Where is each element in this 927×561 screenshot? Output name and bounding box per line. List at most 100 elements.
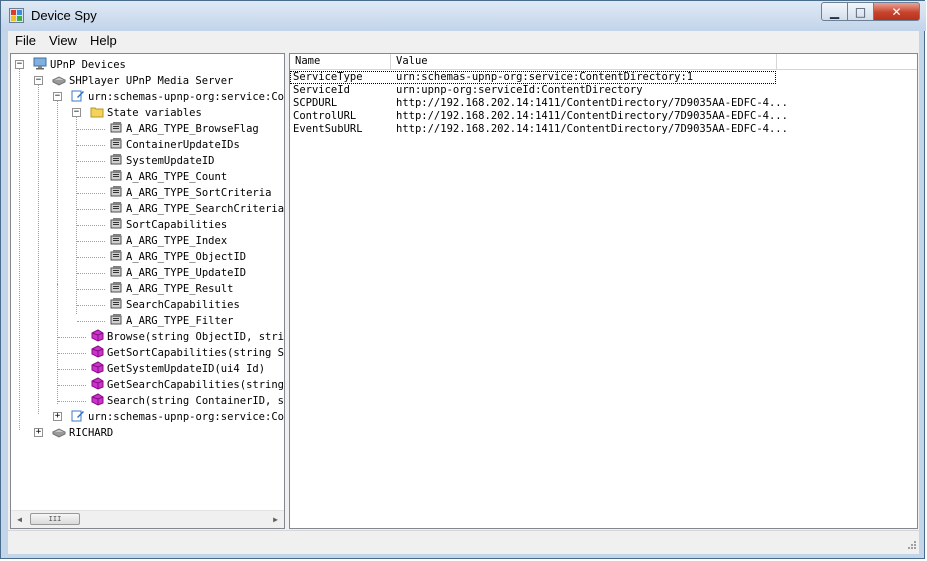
state-variable-icon bbox=[110, 218, 122, 229]
minimize-button[interactable]: ▁ bbox=[821, 2, 848, 21]
grid-cell-value: http://192.168.202.14:1411/ContentDirect… bbox=[396, 123, 788, 135]
tree-node-state-variable[interactable]: A_ARG_TYPE_Index bbox=[109, 233, 227, 249]
tree-node-state-variable[interactable]: SortCapabilities bbox=[109, 217, 227, 233]
tree-node-action[interactable]: Search(string ContainerID, str bbox=[90, 393, 285, 409]
collapse-toggle[interactable]: − bbox=[34, 76, 43, 85]
tree-node-state-variables[interactable]: State variables bbox=[90, 105, 202, 121]
tree-label: Browse(string ObjectID, string bbox=[107, 331, 285, 343]
scroll-thumb[interactable]: III bbox=[30, 513, 80, 525]
tree-label: A_ARG_TYPE_Result bbox=[126, 283, 234, 295]
tree-node-action[interactable]: Browse(string ObjectID, string bbox=[90, 329, 285, 345]
collapse-toggle[interactable]: − bbox=[72, 108, 81, 117]
state-variable-icon bbox=[110, 170, 122, 181]
grid-cell-name: EventSubURL bbox=[293, 123, 363, 135]
tree-label: A_ARG_TYPE_SearchCriteria bbox=[126, 203, 285, 215]
tree-node-state-variable[interactable]: A_ARG_TYPE_SortCriteria bbox=[109, 185, 271, 201]
tree-label: SortCapabilities bbox=[126, 219, 228, 231]
state-variable-icon bbox=[110, 154, 122, 165]
action-icon bbox=[91, 329, 104, 342]
tree-label: A_ARG_TYPE_Filter bbox=[126, 315, 234, 327]
tree-node-state-variable[interactable]: A_ARG_TYPE_Result bbox=[109, 281, 233, 297]
menu-bar: File View Help bbox=[8, 31, 919, 51]
tree-node-action[interactable]: GetSortCapabilities(string Sc bbox=[90, 345, 285, 361]
tree-label: A_ARG_TYPE_BrowseFlag bbox=[126, 123, 259, 135]
tree-label: SHPlayer UPnP Media Server bbox=[69, 75, 234, 87]
tree-label: GetSystemUpdateID(ui4 Id) bbox=[107, 363, 266, 375]
action-icon bbox=[91, 393, 104, 406]
expand-toggle[interactable]: + bbox=[53, 412, 62, 421]
tree-node-state-variable[interactable]: SearchCapabilities bbox=[109, 297, 240, 313]
scroll-left-arrow-icon[interactable]: ◀ bbox=[11, 511, 28, 528]
device-icon bbox=[52, 76, 66, 86]
tree-node-upnp-devices[interactable]: UPnP Devices bbox=[33, 57, 126, 73]
tree-label: Search(string ContainerID, str bbox=[107, 395, 285, 407]
tree-node-action[interactable]: GetSystemUpdateID(ui4 Id) bbox=[90, 361, 265, 377]
tree-node-state-variable[interactable]: A_ARG_TYPE_Filter bbox=[109, 313, 233, 329]
grid-cell-value: http://192.168.202.14:1411/ContentDirect… bbox=[396, 110, 788, 122]
tree-label: A_ARG_TYPE_ObjectID bbox=[126, 251, 247, 263]
column-header-value[interactable]: Value bbox=[391, 54, 777, 69]
action-icon bbox=[91, 361, 104, 374]
device-spy-window: Device Spy ▁ □ ✕ File View Help UPnP Dev… bbox=[0, 0, 926, 559]
tree-node-state-variable[interactable]: A_ARG_TYPE_SearchCriteria bbox=[109, 201, 284, 217]
tree-label: GetSortCapabilities(string Sc bbox=[107, 347, 285, 359]
device-tree[interactable]: UPnP Devices SHPlayer UPnP Media Server … bbox=[10, 53, 285, 529]
maximize-button[interactable]: □ bbox=[848, 2, 874, 21]
tree-node-state-variable[interactable]: A_ARG_TYPE_ObjectID bbox=[109, 249, 246, 265]
tree-label: SystemUpdateID bbox=[126, 155, 215, 167]
tree-label: A_ARG_TYPE_SortCriteria bbox=[126, 187, 272, 199]
tree-label: State variables bbox=[107, 107, 202, 119]
tree-node-state-variable[interactable]: A_ARG_TYPE_Count bbox=[109, 169, 227, 185]
tree-node-service-content-directory[interactable]: urn:schemas-upnp-org:service:Cor bbox=[71, 89, 285, 105]
collapse-toggle[interactable]: − bbox=[15, 60, 24, 69]
tree-node-service-2[interactable]: urn:schemas-upnp-org:service:Cor bbox=[71, 409, 285, 425]
tree-label: urn:schemas-upnp-org:service:Cor bbox=[88, 91, 285, 103]
tree-node-device-shplayer[interactable]: SHPlayer UPnP Media Server bbox=[52, 73, 233, 89]
scroll-right-arrow-icon[interactable]: ▶ bbox=[267, 511, 284, 528]
grid-cell-value: http://192.168.202.14:1411/ContentDirect… bbox=[396, 97, 788, 109]
tree-label: A_ARG_TYPE_Count bbox=[126, 171, 228, 183]
app-icon bbox=[9, 8, 24, 23]
tree-node-action[interactable]: GetSearchCapabilities(string bbox=[90, 377, 284, 393]
menu-file[interactable]: File bbox=[15, 33, 36, 48]
state-variable-icon bbox=[110, 266, 122, 277]
tree-node-state-variable[interactable]: ContainerUpdateIDs bbox=[109, 137, 240, 153]
grid-cell-name: ServiceId bbox=[293, 84, 350, 96]
status-bar bbox=[8, 530, 919, 554]
service-icon bbox=[71, 90, 84, 102]
tree-node-state-variable[interactable]: SystemUpdateID bbox=[109, 153, 215, 169]
tree-label: A_ARG_TYPE_UpdateID bbox=[126, 267, 247, 279]
state-variable-icon bbox=[110, 282, 122, 293]
grid-header: Name Value bbox=[290, 54, 917, 70]
close-button[interactable]: ✕ bbox=[874, 2, 920, 21]
tree-label: UPnP Devices bbox=[50, 59, 126, 71]
menu-help[interactable]: Help bbox=[90, 33, 117, 48]
grid-cell-name: ServiceType bbox=[293, 71, 363, 83]
grid-row[interactable]: ServiceType urn:schemas-upnp-org:service:… bbox=[290, 71, 776, 84]
tree-label: SearchCapabilities bbox=[126, 299, 240, 311]
tree-horizontal-scrollbar[interactable]: ◀ III ▶ bbox=[11, 510, 284, 528]
tree-label: urn:schemas-upnp-org:service:Cor bbox=[88, 411, 285, 423]
state-variable-icon bbox=[110, 314, 122, 325]
title-bar[interactable]: Device Spy ▁ □ ✕ bbox=[1, 1, 926, 31]
tree-label: RICHARD bbox=[69, 427, 114, 439]
column-header-name[interactable]: Name bbox=[290, 54, 391, 69]
client-area: UPnP Devices SHPlayer UPnP Media Server … bbox=[8, 51, 919, 530]
state-variable-icon bbox=[110, 234, 122, 245]
expand-toggle[interactable]: + bbox=[34, 428, 43, 437]
state-variable-icon bbox=[110, 298, 122, 309]
action-icon bbox=[91, 377, 104, 390]
menu-view[interactable]: View bbox=[49, 33, 77, 48]
collapse-toggle[interactable]: − bbox=[53, 92, 62, 101]
tree-node-state-variable[interactable]: A_ARG_TYPE_BrowseFlag bbox=[109, 121, 259, 137]
state-variable-icon bbox=[110, 138, 122, 149]
state-variable-icon bbox=[110, 186, 122, 197]
window-title: Device Spy bbox=[31, 8, 97, 23]
property-grid: Name Value ServiceType urn:schemas-upnp-o… bbox=[289, 53, 918, 529]
resize-grip-icon[interactable] bbox=[905, 540, 917, 552]
tree-node-device-richard[interactable]: RICHARD bbox=[52, 425, 113, 441]
folder-icon bbox=[90, 107, 104, 118]
tree-node-state-variable[interactable]: A_ARG_TYPE_UpdateID bbox=[109, 265, 246, 281]
tree-label: ContainerUpdateIDs bbox=[126, 139, 240, 151]
grid-cell-name: SCPDURL bbox=[293, 97, 338, 109]
